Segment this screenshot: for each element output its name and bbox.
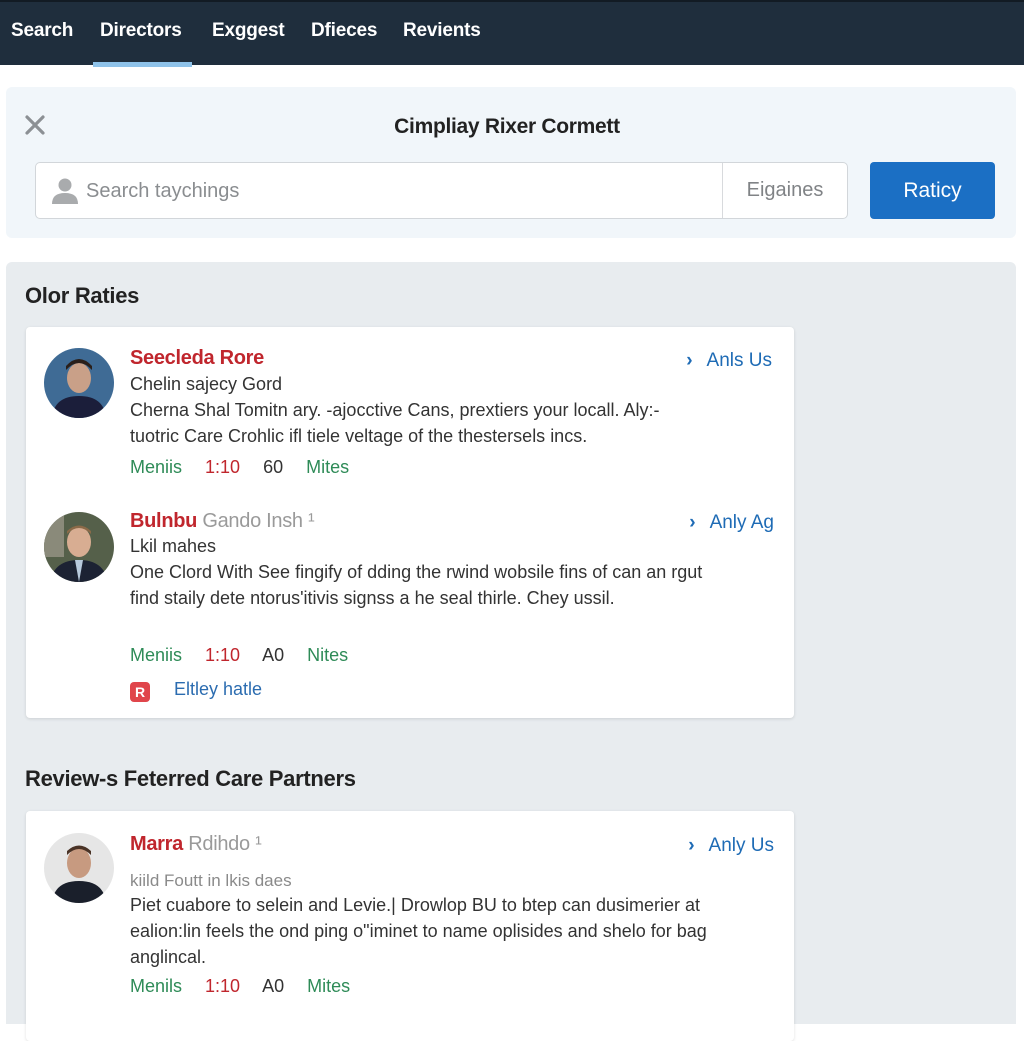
meta-tag: Meniis (130, 457, 183, 477)
top-nav: Search Directors Exggest Dfieces Revient… (0, 0, 1024, 67)
entry-name[interactable]: Seecleda Rore (130, 347, 264, 370)
search-input[interactable] (86, 171, 706, 211)
avatar[interactable] (44, 833, 114, 903)
entry-action-link[interactable]: › Anls Us (686, 350, 772, 372)
results-card: Seecleda Rore › Anls Us Chelin sajecy Gor… (26, 327, 794, 718)
meta-distance: Mites (307, 976, 351, 996)
avatar[interactable] (44, 348, 114, 418)
submit-button[interactable]: Raticy (870, 162, 995, 219)
entry-description: Cherna Shal Tomitn ary. -ajocctive Cans,… (130, 400, 660, 446)
meta-distance: Mites (306, 457, 350, 477)
meta-time: 1:10 (205, 976, 241, 996)
panel-title: Cimpliay Rixer Cormett (394, 115, 620, 138)
entry-description: One Clord With See fingify of dding the … (130, 562, 703, 608)
avatar[interactable] (44, 512, 114, 582)
meta-count: A0 (262, 645, 285, 665)
tab-dfieces[interactable]: Dfieces (311, 20, 377, 42)
entry-meta: Menils 1:10 A0 Mites (130, 976, 368, 997)
chevron-right-icon: › (686, 350, 693, 371)
entry-role: kiild Foutt in lkis daes (130, 871, 292, 890)
entry-meta: Meniis 1:10 60 Mites (130, 457, 367, 478)
results-card: Marra Rdihdo ¹ › Anly Us kiild Foutt in l… (26, 811, 794, 1041)
entry-extra-link[interactable]: R Eltley hatle (130, 679, 262, 702)
chevron-right-icon: › (688, 835, 695, 856)
entry-description: Piet cuabore to selein and Levie.| Drowl… (130, 895, 707, 967)
filter-dropdown[interactable]: Eigaines (723, 163, 847, 218)
meta-distance: Nites (307, 645, 349, 665)
entry-name[interactable]: Bulnbu Gando Insh ¹ (130, 510, 315, 533)
meta-time: 1:10 (205, 457, 241, 477)
person-photo-icon (44, 512, 114, 582)
search-box: Eigaines (35, 162, 848, 219)
tab-exggest[interactable]: Exggest (212, 20, 285, 42)
entry-meta: Meniis 1:10 A0 Nites (130, 645, 366, 666)
user-icon (52, 178, 78, 204)
entry-action-link[interactable]: › Anly Ag (689, 512, 774, 534)
tab-search[interactable]: Search (11, 20, 73, 42)
meta-tag: Meniis (130, 645, 183, 665)
tab-revients[interactable]: Revients (403, 20, 481, 42)
active-tab-indicator (93, 62, 192, 67)
meta-count: 60 (263, 457, 284, 477)
meta-tag: Menils (130, 976, 183, 996)
meta-count: A0 (262, 976, 285, 996)
tab-directors[interactable]: Directors (100, 20, 182, 42)
entry-action-link[interactable]: › Anly Us (688, 835, 774, 857)
chevron-right-icon: › (689, 512, 696, 533)
meta-time: 1:10 (205, 645, 241, 665)
badge-icon: R (130, 682, 150, 702)
section-title: Review-s Feterred Care Partners (25, 766, 356, 791)
entry-name[interactable]: Marra Rdihdo ¹ (130, 833, 262, 856)
section-title: Olor Raties (25, 283, 140, 308)
entry-role: Chelin sajecy Gord (130, 374, 283, 394)
entry-role: Lkil mahes (130, 536, 217, 556)
person-photo-icon (44, 833, 114, 903)
person-photo-icon (44, 348, 114, 418)
